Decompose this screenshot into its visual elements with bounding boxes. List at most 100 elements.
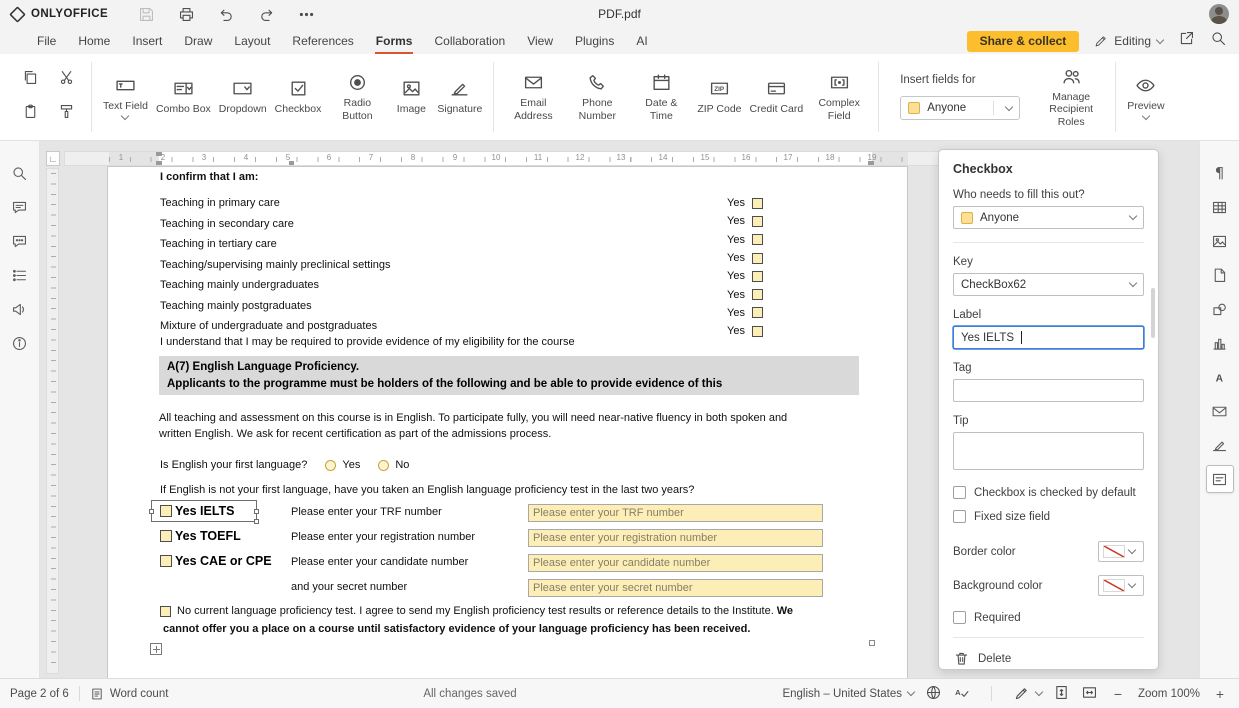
tab-ai[interactable]: AI xyxy=(625,28,658,54)
chat-panel-button[interactable] xyxy=(6,227,34,255)
checkbox-field-yes-ielts[interactable]: Yes IELTS xyxy=(160,504,235,518)
customize-quick-access-button[interactable] xyxy=(296,4,316,24)
mode-dropdown[interactable]: Editing xyxy=(1094,34,1163,48)
spellcheck-button[interactable]: A xyxy=(953,684,970,704)
signature-field-button[interactable]: Signature xyxy=(433,75,486,118)
fit-width-button[interactable] xyxy=(1081,684,1098,704)
open-file-location-button[interactable] xyxy=(1178,30,1195,52)
save-button[interactable] xyxy=(136,4,156,24)
tab-layout[interactable]: Layout xyxy=(223,28,281,54)
form-checkbox[interactable] xyxy=(160,530,172,542)
form-checkbox[interactable] xyxy=(160,505,172,517)
image-field-button[interactable]: Image xyxy=(389,75,433,118)
copy-button[interactable] xyxy=(22,69,39,91)
page-indicator[interactable]: Page 2 of 6 xyxy=(10,688,69,700)
phone-number-field-button[interactable]: Phone Number xyxy=(565,69,629,125)
form-checkbox[interactable] xyxy=(752,326,763,337)
search-button[interactable] xyxy=(1210,30,1227,52)
background-color-picker[interactable] xyxy=(1098,575,1144,596)
tab-draw[interactable]: Draw xyxy=(173,28,223,54)
manage-recipient-roles-button[interactable]: Manage Recipient Roles xyxy=(1034,63,1108,131)
zoom-in-button[interactable]: + xyxy=(1211,685,1229,703)
paste-button[interactable] xyxy=(22,103,39,125)
form-radio-yes[interactable] xyxy=(325,460,336,471)
first-line-indent-marker[interactable] xyxy=(156,152,162,156)
preview-button[interactable]: Preview xyxy=(1123,72,1168,122)
document-page[interactable]: I confirm that I am: Teaching in primary… xyxy=(108,167,907,678)
image-settings-button[interactable] xyxy=(1206,227,1234,255)
form-text-field-candidate[interactable]: Please enter your candidate number xyxy=(528,554,823,572)
shape-settings-button[interactable] xyxy=(1206,295,1234,323)
radio-button-field-button[interactable]: Radio Button xyxy=(325,69,389,125)
selection-handle[interactable] xyxy=(254,519,259,524)
email-address-field-button[interactable]: Email Address xyxy=(501,69,565,125)
form-checkbox[interactable] xyxy=(160,555,172,567)
search-panel-button[interactable] xyxy=(6,159,34,187)
zoom-out-button[interactable]: − xyxy=(1109,685,1127,703)
who-fills-select[interactable]: Anyone xyxy=(953,206,1144,229)
form-checkbox[interactable] xyxy=(752,198,763,209)
form-checkbox[interactable] xyxy=(752,307,763,318)
delete-field-button[interactable]: Delete xyxy=(953,650,1144,667)
format-painter-button[interactable] xyxy=(58,103,75,125)
tab-collaboration[interactable]: Collaboration xyxy=(423,28,516,54)
language-selector[interactable]: English – United States xyxy=(782,688,914,700)
user-avatar[interactable] xyxy=(1209,4,1229,24)
date-time-field-button[interactable]: Date & Time xyxy=(629,69,693,125)
tool-mode-dropdown[interactable] xyxy=(1013,685,1042,702)
left-indent-marker[interactable] xyxy=(156,161,162,165)
redo-button[interactable] xyxy=(256,4,276,24)
right-indent-marker[interactable] xyxy=(868,161,874,165)
feedback-button[interactable] xyxy=(6,295,34,323)
form-checkbox[interactable] xyxy=(752,216,763,227)
form-settings-button[interactable] xyxy=(1206,465,1234,493)
about-button[interactable] xyxy=(6,329,34,357)
complex-field-button[interactable]: Complex Field xyxy=(807,69,871,125)
word-count-button[interactable]: Word count xyxy=(90,687,169,701)
role-selector[interactable]: Anyone xyxy=(900,96,1020,120)
tab-references[interactable]: References xyxy=(281,28,364,54)
navigation-panel-button[interactable] xyxy=(6,261,34,289)
selection-handle[interactable] xyxy=(149,509,154,514)
tag-input[interactable] xyxy=(953,379,1144,402)
table-select-marker[interactable] xyxy=(150,643,162,655)
form-checkbox[interactable] xyxy=(752,289,763,300)
tab-file[interactable]: File xyxy=(26,28,67,54)
form-checkbox[interactable] xyxy=(752,271,763,282)
form-text-field-secret[interactable]: Please enter your secret number xyxy=(528,579,823,597)
combo-box-button[interactable]: Combo Box xyxy=(152,75,215,118)
fixed-size-checkbox[interactable]: Fixed size field xyxy=(953,510,1144,523)
form-checkbox[interactable] xyxy=(160,606,171,617)
table-settings-button[interactable] xyxy=(1206,193,1234,221)
checkbox-field-button[interactable]: Checkbox xyxy=(271,75,326,118)
form-checkbox[interactable] xyxy=(752,253,763,264)
tab-view[interactable]: View xyxy=(516,28,564,54)
share-collect-button[interactable]: Share & collect xyxy=(967,31,1080,52)
print-button[interactable] xyxy=(176,4,196,24)
fit-page-button[interactable] xyxy=(1053,684,1070,704)
comments-panel-button[interactable] xyxy=(6,193,34,221)
zoom-value[interactable]: Zoom 100% xyxy=(1138,688,1200,700)
credit-card-field-button[interactable]: Credit Card xyxy=(746,75,808,118)
text-field-button[interactable]: Text Field xyxy=(99,72,152,122)
required-checkbox[interactable]: Required xyxy=(953,611,1144,624)
tab-forms[interactable]: Forms xyxy=(365,28,424,54)
chart-settings-button[interactable] xyxy=(1206,329,1234,357)
tab-plugins[interactable]: Plugins xyxy=(564,28,625,54)
form-text-field-registration[interactable]: Please enter your registration number xyxy=(528,529,823,547)
signature-settings-button[interactable] xyxy=(1206,431,1234,459)
label-input[interactable]: Yes IELTS xyxy=(953,326,1144,349)
form-text-field-trf[interactable]: Please enter your TRF number xyxy=(528,504,823,522)
tab-stop-selector[interactable]: ∟ xyxy=(46,151,60,166)
selection-handle[interactable] xyxy=(254,509,259,514)
undo-button[interactable] xyxy=(216,4,236,24)
paragraph-settings-button[interactable]: ¶ xyxy=(1206,159,1234,187)
zip-code-field-button[interactable]: ZIP ZIP Code xyxy=(693,75,745,118)
checkbox-field-yes-toefl[interactable]: Yes TOEFL xyxy=(160,529,241,543)
form-radio-no[interactable] xyxy=(378,460,389,471)
tip-textarea[interactable] xyxy=(953,432,1144,470)
tab-insert[interactable]: Insert xyxy=(121,28,173,54)
textart-settings-button[interactable]: A xyxy=(1206,363,1234,391)
key-select[interactable]: CheckBox62 xyxy=(953,273,1144,296)
panel-scrollbar-thumb[interactable] xyxy=(1151,288,1155,338)
